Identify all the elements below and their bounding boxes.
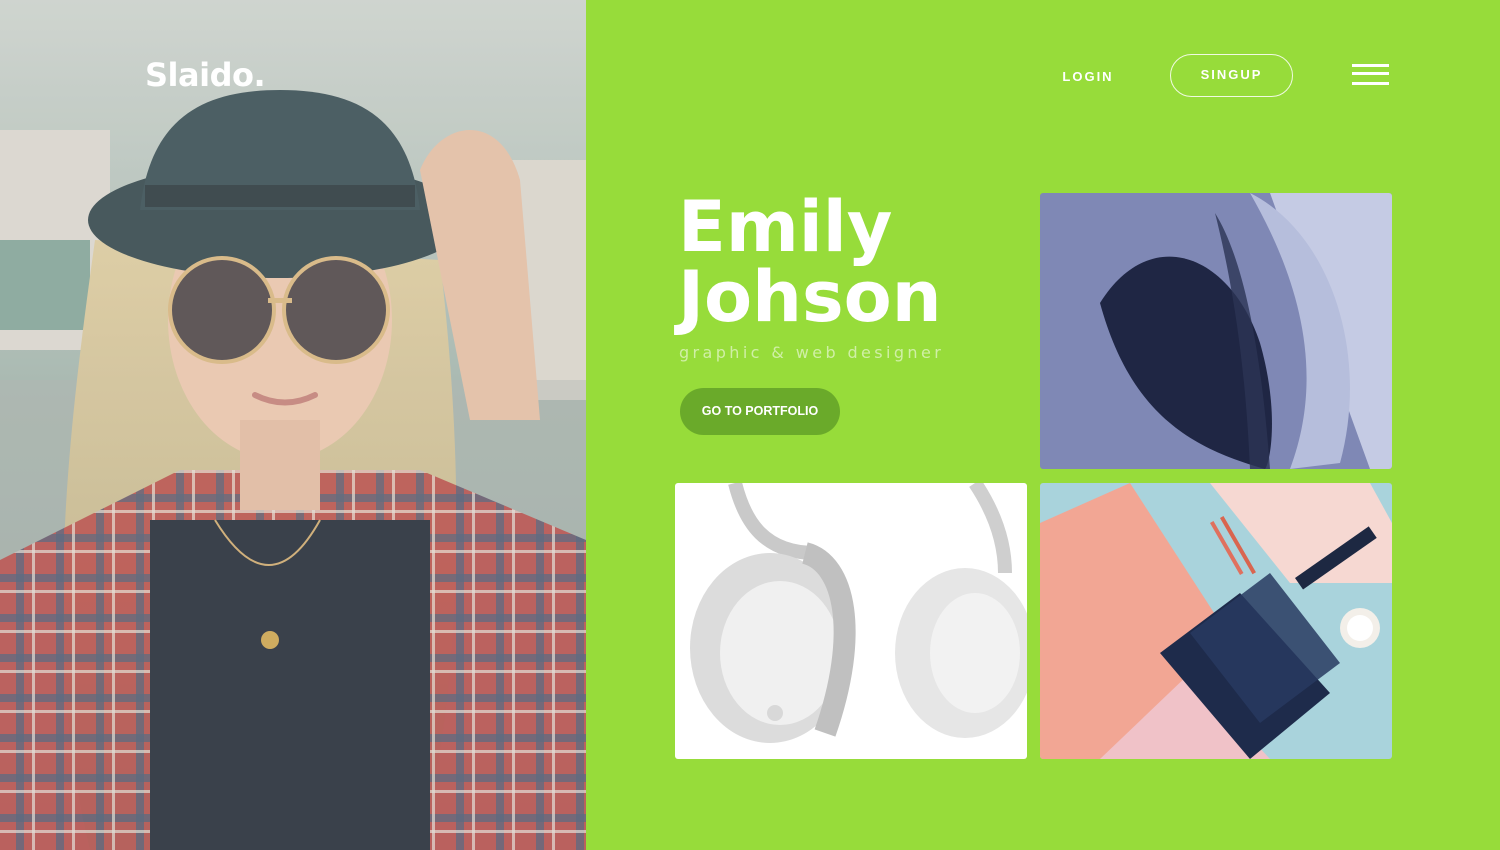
portfolio-tile-headphones[interactable]	[675, 483, 1027, 759]
stationery-image	[1040, 483, 1392, 759]
portfolio-tile-stationery[interactable]	[1040, 483, 1392, 759]
portfolio-tile-abstract[interactable]	[1040, 193, 1392, 469]
menu-bar	[1352, 72, 1389, 75]
hero-portrait-photo	[0, 0, 586, 850]
headphones-image	[675, 483, 1027, 759]
signup-button[interactable]: SINGUP	[1170, 54, 1293, 97]
hero-subtitle: graphic & web designer	[679, 343, 945, 362]
menu-bar	[1352, 64, 1389, 67]
hamburger-menu-icon[interactable]	[1352, 62, 1390, 88]
hero-name: Emily Johson	[678, 192, 1018, 332]
menu-bar	[1352, 82, 1389, 85]
brand-logo[interactable]: Slaido.	[145, 56, 266, 94]
login-link[interactable]: LOGIN	[1052, 66, 1124, 88]
hero-first-name: Emily	[678, 186, 893, 268]
abstract-shape-image	[1040, 193, 1392, 469]
hero-last-name: Johson	[678, 256, 942, 338]
go-to-portfolio-button[interactable]: GO TO PORTFOLIO	[680, 388, 840, 435]
